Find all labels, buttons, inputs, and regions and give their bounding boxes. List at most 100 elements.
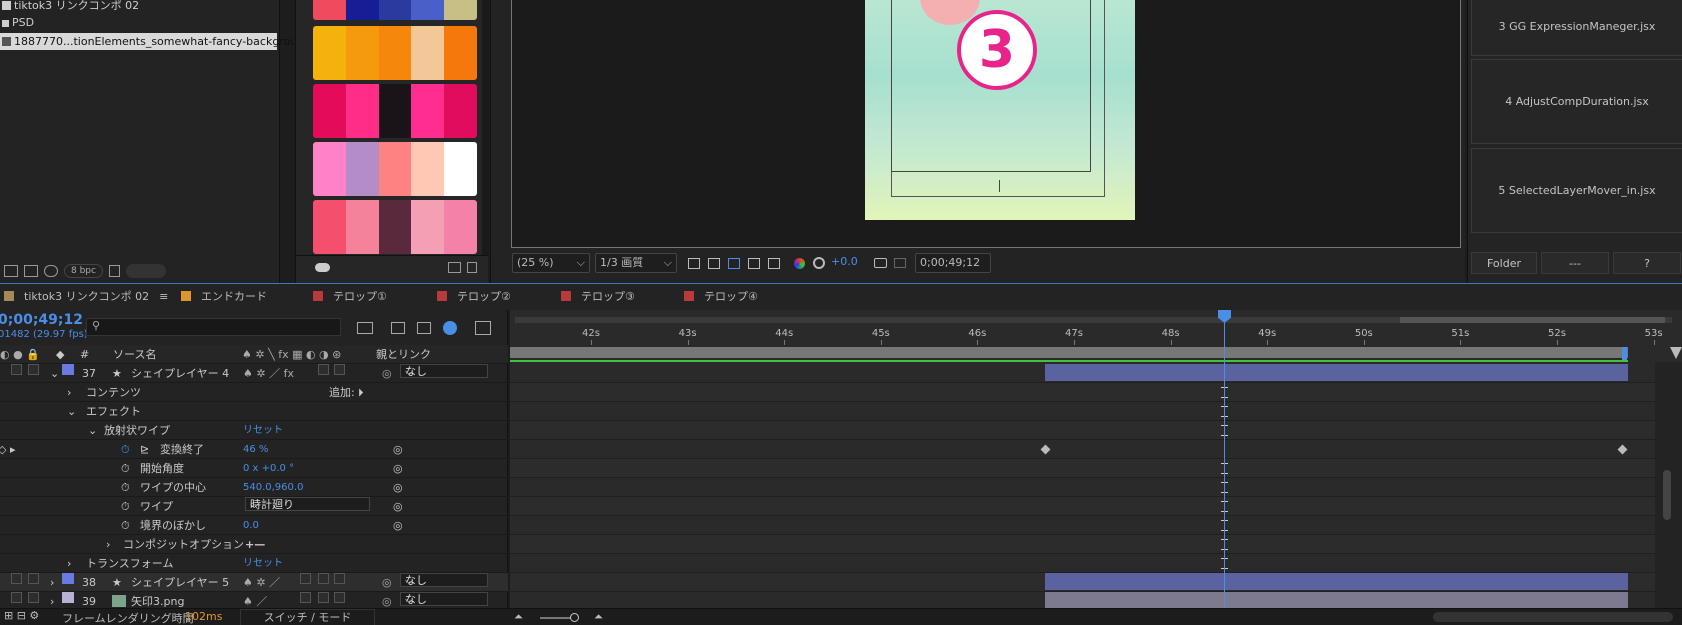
track-row[interactable] bbox=[510, 459, 1682, 478]
bpc-toggle[interactable]: 8 bpc bbox=[64, 264, 103, 278]
vertical-scrollbar[interactable] bbox=[1663, 470, 1671, 520]
zoom-slider-thumb[interactable] bbox=[570, 613, 579, 622]
solo-switch[interactable] bbox=[28, 592, 39, 603]
tab-link-comp[interactable]: tiktok3 リンクコンポ 02 ≡ bbox=[4, 284, 168, 311]
help-button[interactable]: ? bbox=[1613, 252, 1681, 274]
switch-mode-toggle[interactable]: スイッチ / モード bbox=[240, 609, 375, 625]
trash-icon[interactable] bbox=[467, 262, 477, 273]
script-button-expression-manager[interactable]: 3 GG ExpressionManeger.jsx bbox=[1471, 0, 1682, 56]
parent-dropdown[interactable]: なし ⌵ bbox=[400, 592, 488, 606]
color-swatch[interactable] bbox=[378, 84, 412, 138]
project-item-footage[interactable]: 1887770...tionElements_somewhat-fancy-ba… bbox=[0, 33, 311, 50]
property-value[interactable]: 0 x +0.0 ° bbox=[243, 459, 294, 478]
transform-row[interactable]: › トランスフォーム リセット bbox=[0, 554, 508, 573]
swatch-scrollbar[interactable] bbox=[482, 0, 489, 255]
pickwhip-icon[interactable]: ◎ bbox=[393, 459, 403, 478]
video-switch[interactable] bbox=[11, 573, 22, 584]
new-comp-icon[interactable] bbox=[24, 265, 38, 277]
stopwatch-icon[interactable]: ⏱ bbox=[121, 478, 130, 497]
pickwhip-icon[interactable]: ◎ bbox=[393, 497, 403, 516]
viewer-canvas[interactable]: 3 bbox=[511, 0, 1461, 248]
dash-button[interactable]: --- bbox=[1541, 252, 1609, 274]
layer-switches[interactable]: ♠ ✲ ／ fx bbox=[243, 364, 294, 383]
exposure-value[interactable]: +0.0 bbox=[831, 255, 858, 268]
project-scrollbar[interactable] bbox=[125, 264, 166, 278]
color-swatch[interactable] bbox=[345, 0, 379, 20]
channel-icon[interactable] bbox=[794, 258, 805, 269]
switch-box[interactable] bbox=[318, 592, 329, 603]
add-menu[interactable]: 追加: bbox=[329, 383, 355, 402]
layer-bar-38[interactable] bbox=[1045, 573, 1628, 590]
new-folder-icon[interactable] bbox=[4, 265, 18, 277]
folder-button[interactable]: Folder bbox=[1471, 252, 1537, 274]
track-row[interactable] bbox=[510, 497, 1682, 516]
mask-visibility-icon[interactable] bbox=[728, 258, 740, 269]
color-swatch[interactable] bbox=[345, 142, 379, 196]
pickwhip-icon[interactable]: ◎ bbox=[382, 364, 392, 383]
motion-blur-icon[interactable] bbox=[443, 321, 457, 335]
region-of-interest-icon[interactable] bbox=[748, 258, 760, 269]
start-angle-row[interactable]: ⏱ 開始角度 0 x +0.0 ° ◎ bbox=[0, 459, 508, 478]
color-swatch[interactable] bbox=[345, 26, 379, 80]
reset-link[interactable]: リセット bbox=[243, 421, 283, 440]
transition-completion-row[interactable]: ◇ ▸ ⏱ ⊵ 変換終了 46 % ◎ bbox=[0, 440, 508, 459]
track-row[interactable] bbox=[510, 383, 1682, 402]
color-swatch[interactable] bbox=[411, 200, 445, 254]
comp-flowchart-icon[interactable] bbox=[357, 322, 373, 334]
color-swatch[interactable] bbox=[444, 200, 477, 254]
track-row[interactable] bbox=[510, 421, 1682, 440]
draft-3d-icon[interactable] bbox=[391, 322, 405, 334]
layer-bar-37[interactable] bbox=[1045, 364, 1628, 381]
label-color[interactable] bbox=[62, 364, 74, 375]
layer-search-input[interactable]: ⚲ bbox=[86, 318, 341, 336]
radial-wipe-row[interactable]: ⌄ 放射状ワイプ リセット bbox=[0, 421, 508, 440]
tab-telop-3[interactable]: テロップ③ bbox=[561, 284, 635, 311]
expand-icon[interactable]: › bbox=[106, 535, 110, 554]
play-circle-icon[interactable]: ⏵ bbox=[358, 383, 364, 402]
switch-box[interactable] bbox=[300, 573, 311, 584]
graph-editor-icon[interactable] bbox=[475, 321, 491, 335]
tab-end-card[interactable]: エンドカード bbox=[181, 284, 267, 311]
switch-box[interactable] bbox=[334, 573, 345, 584]
stopwatch-icon[interactable]: ⏱ bbox=[121, 497, 130, 516]
effects-row[interactable]: ⌄ エフェクト bbox=[0, 402, 508, 421]
stopwatch-icon[interactable]: ⏱ bbox=[121, 440, 130, 459]
color-swatch[interactable] bbox=[378, 200, 412, 254]
wipe-center-row[interactable]: ⏱ ワイプの中心 540.0,960.0 ◎ bbox=[0, 478, 508, 497]
color-swatch[interactable] bbox=[411, 26, 445, 80]
video-switch[interactable] bbox=[11, 364, 22, 375]
track-row[interactable] bbox=[510, 440, 1682, 459]
zoom-dropdown[interactable]: (25 %) ⌵ bbox=[512, 253, 590, 273]
show-snapshot-icon[interactable] bbox=[894, 258, 906, 268]
switch-box[interactable] bbox=[334, 364, 345, 375]
resolution-dropdown[interactable]: 1/3 画質 ⌵ bbox=[595, 253, 677, 273]
layer-name[interactable]: シェイプレイヤー 4 bbox=[131, 364, 229, 383]
color-swatch[interactable] bbox=[313, 142, 346, 196]
tab-telop-2[interactable]: テロップ② bbox=[437, 284, 511, 311]
project-item-comp[interactable]: tiktok3 リンクコンポ 02 bbox=[0, 0, 139, 14]
color-swatch[interactable] bbox=[313, 200, 346, 254]
tab-telop-4[interactable]: テロップ④ bbox=[684, 284, 758, 311]
track-row[interactable] bbox=[510, 402, 1682, 421]
composite-options-row[interactable]: › コンポジットオプション +— bbox=[0, 535, 508, 554]
layer-bar-39[interactable] bbox=[1045, 592, 1628, 609]
layer-switches[interactable]: ♠ ✲ ／ bbox=[243, 573, 280, 592]
layer-row-38[interactable]: › 38 ★ シェイプレイヤー 5 ♠ ✲ ／ ◎ なし ⌵ bbox=[0, 573, 508, 592]
pickwhip-icon[interactable]: ◎ bbox=[393, 516, 403, 535]
pickwhip-icon[interactable]: ◎ bbox=[393, 478, 403, 497]
time-ruler[interactable]: 42s 43s 44s 45s 46s 47s 48s 49s 50s 51s 52s 53s bbox=[510, 310, 1682, 345]
color-management-icon[interactable] bbox=[813, 257, 825, 269]
property-value[interactable]: 0.0 bbox=[243, 516, 259, 535]
color-swatch[interactable] bbox=[378, 26, 412, 80]
expand-icon[interactable]: ⌄ bbox=[50, 364, 59, 383]
current-timecode[interactable]: 0;00;49;12 bbox=[0, 312, 83, 328]
work-area-bar[interactable] bbox=[510, 347, 1628, 358]
tab-menu-icon[interactable]: ≡ bbox=[159, 290, 168, 303]
timeline-graph-area[interactable]: 42s 43s 44s 45s 46s 47s 48s 49s 50s 51s 52s 53s bbox=[510, 310, 1682, 611]
snapshot-icon[interactable] bbox=[874, 258, 887, 268]
wipe-direction-row[interactable]: ⏱ ワイプ 時計廻り ⌵ ◎ bbox=[0, 497, 508, 516]
color-swatch[interactable] bbox=[444, 0, 477, 20]
color-swatch[interactable] bbox=[444, 142, 477, 196]
color-swatch[interactable] bbox=[378, 142, 412, 196]
parent-dropdown[interactable]: なし ⌵ bbox=[400, 573, 488, 587]
